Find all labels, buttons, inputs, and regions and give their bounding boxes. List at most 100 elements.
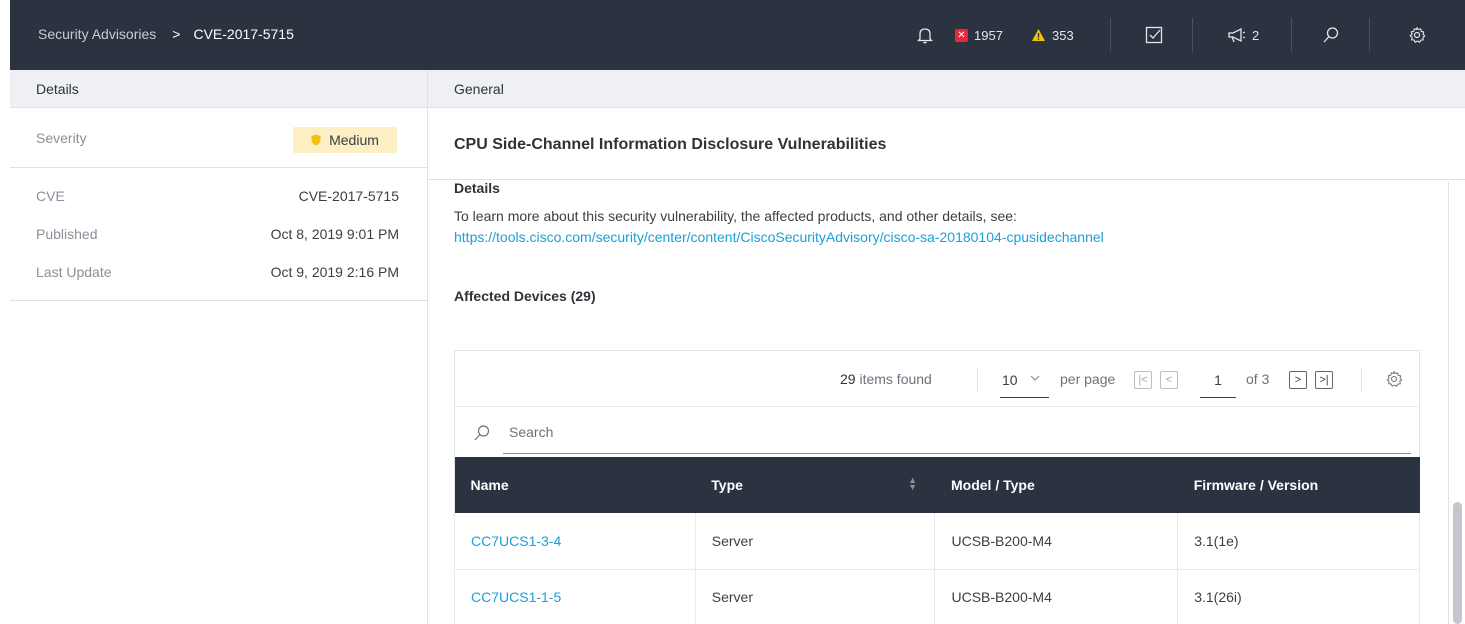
details-header: Details bbox=[10, 70, 427, 108]
divider bbox=[1110, 18, 1111, 52]
sort-icon: ▲ ▼ bbox=[908, 475, 917, 492]
device-link[interactable]: CC7UCS1-1-5 bbox=[471, 589, 561, 605]
column-header-firmware[interactable]: Firmware / Version bbox=[1177, 457, 1420, 513]
cell-firmware: 3.1(26i) bbox=[1177, 569, 1420, 624]
table-row: CC7UCS1-3-4 Server UCSB-B200-M4 3.1(1e) bbox=[454, 513, 1420, 570]
chevron-down-icon bbox=[1030, 371, 1040, 388]
items-found-text: items found bbox=[859, 371, 932, 387]
field-value: Oct 8, 2019 9:01 PM bbox=[270, 226, 399, 242]
settings-button[interactable] bbox=[1408, 24, 1426, 46]
bell-icon bbox=[917, 28, 933, 44]
scrollbar[interactable] bbox=[1448, 182, 1465, 624]
cell-name: CC7UCS1-3-4 bbox=[454, 513, 696, 570]
last-page-icon: >| bbox=[1319, 374, 1329, 386]
device-link[interactable]: CC7UCS1-3-4 bbox=[471, 533, 561, 549]
checklist-icon bbox=[1145, 26, 1163, 44]
cell-type: Server bbox=[695, 569, 936, 624]
search-input[interactable] bbox=[509, 421, 1389, 443]
severity-badge: Medium bbox=[293, 127, 397, 153]
announcements-button[interactable]: 2 bbox=[1227, 24, 1259, 46]
first-page-icon: |< bbox=[1138, 374, 1148, 386]
notifications-button[interactable] bbox=[917, 24, 933, 46]
items-found: 29 items found bbox=[840, 371, 932, 387]
prev-page-icon: < bbox=[1165, 374, 1173, 386]
field-value: Oct 9, 2019 2:16 PM bbox=[270, 264, 399, 280]
critical-count: 1957 bbox=[974, 27, 1003, 43]
last-page-button[interactable]: >| bbox=[1315, 371, 1333, 389]
warning-count: 353 bbox=[1052, 27, 1074, 43]
field-key: CVE bbox=[36, 188, 65, 204]
divider bbox=[977, 368, 978, 392]
severity-value: Medium bbox=[329, 132, 379, 148]
advisory-title: CPU Side-Channel Information Disclosure … bbox=[428, 108, 1465, 180]
shield-icon bbox=[311, 134, 321, 146]
window-edge bbox=[0, 0, 10, 70]
top-bar: Security Advisories > CVE-2017-5715 ✕ 19… bbox=[0, 0, 1465, 70]
page-count: of 3 bbox=[1246, 371, 1270, 387]
affected-devices-label: Affected Devices (29) bbox=[454, 288, 596, 304]
first-page-button[interactable]: |< bbox=[1134, 371, 1152, 389]
divider bbox=[1291, 18, 1292, 52]
warning-icon bbox=[1032, 29, 1045, 41]
critical-icon: ✕ bbox=[955, 28, 968, 42]
gear-icon bbox=[1409, 26, 1426, 43]
breadcrumb-separator: > bbox=[172, 26, 181, 42]
per-page-select[interactable]: 10 bbox=[1000, 368, 1049, 398]
table-toolbar: 29 items found 10 per page |< < 1 of 3 >… bbox=[455, 351, 1419, 407]
severity-label: Severity bbox=[36, 130, 87, 146]
column-header-model[interactable]: Model / Type bbox=[934, 457, 1178, 513]
general-header: General bbox=[428, 70, 1465, 108]
table-header-row: Name Type ▲ ▼ Model / Type Firmware / Ver… bbox=[454, 457, 1420, 513]
items-found-count: 29 bbox=[840, 371, 856, 387]
field-value: CVE-2017-5715 bbox=[298, 188, 399, 204]
divider bbox=[1361, 368, 1362, 392]
next-page-icon: > bbox=[1294, 374, 1302, 386]
search-icon bbox=[473, 424, 491, 445]
page-input[interactable]: 1 bbox=[1200, 368, 1236, 398]
cell-firmware: 3.1(1e) bbox=[1177, 513, 1420, 570]
critical-alerts[interactable]: ✕ 1957 bbox=[955, 24, 1003, 46]
cell-type: Server bbox=[695, 513, 936, 570]
search-icon bbox=[1323, 27, 1339, 43]
cell-name: CC7UCS1-1-5 bbox=[454, 569, 696, 624]
field-published: Published Oct 8, 2019 9:01 PM bbox=[10, 215, 427, 253]
megaphone-icon bbox=[1228, 27, 1246, 42]
per-page-value: 10 bbox=[1002, 372, 1018, 388]
breadcrumb-current: CVE-2017-5715 bbox=[193, 26, 294, 42]
announcements-count: 2 bbox=[1252, 27, 1260, 43]
cell-model: UCSB-B200-M4 bbox=[934, 513, 1179, 570]
field-cve: CVE CVE-2017-5715 bbox=[10, 177, 427, 215]
devices-table: Name Type ▲ ▼ Model / Type Firmware / Ver… bbox=[454, 457, 1420, 624]
details-section-label: Details bbox=[454, 180, 500, 196]
scrollbar-thumb[interactable] bbox=[1453, 502, 1462, 624]
field-last-update: Last Update Oct 9, 2019 2:16 PM bbox=[10, 253, 427, 291]
prev-page-button[interactable]: < bbox=[1160, 371, 1178, 389]
divider bbox=[1192, 18, 1193, 52]
column-header-name[interactable]: Name bbox=[454, 457, 696, 513]
tasks-button[interactable] bbox=[1145, 24, 1163, 46]
details-panel: Details Severity Medium CVE CVE-2017-571… bbox=[10, 70, 428, 624]
table-settings-button[interactable] bbox=[1385, 370, 1403, 391]
severity-row: Severity Medium bbox=[10, 108, 427, 168]
advisory-link[interactable]: https://tools.cisco.com/security/center/… bbox=[454, 229, 1444, 245]
details-description: To learn more about this security vulner… bbox=[454, 208, 1017, 224]
per-page-label: per page bbox=[1060, 371, 1116, 387]
warning-alerts[interactable]: 353 bbox=[1031, 24, 1074, 46]
column-header-type[interactable]: Type ▲ ▼ bbox=[695, 457, 935, 513]
cell-model: UCSB-B200-M4 bbox=[934, 569, 1179, 624]
advisory-fields: CVE CVE-2017-5715 Published Oct 8, 2019 … bbox=[10, 168, 427, 301]
field-key: Last Update bbox=[36, 264, 112, 280]
table-row: CC7UCS1-1-5 Server UCSB-B200-M4 3.1(26i) bbox=[454, 569, 1420, 624]
search-underline bbox=[503, 453, 1411, 454]
search-button[interactable] bbox=[1322, 24, 1340, 46]
breadcrumb-security-advisories[interactable]: Security Advisories bbox=[38, 26, 156, 42]
table-search bbox=[455, 407, 1419, 455]
next-page-button[interactable]: > bbox=[1289, 371, 1307, 389]
gear-icon bbox=[1386, 371, 1403, 387]
general-panel: General CPU Side-Channel Information Dis… bbox=[428, 70, 1465, 624]
advisory-content: Details To learn more about this securit… bbox=[454, 180, 1444, 304]
column-header-label: Type bbox=[711, 477, 743, 493]
affected-devices-table: 29 items found 10 per page |< < 1 of 3 >… bbox=[454, 350, 1420, 624]
breadcrumb: Security Advisories > CVE-2017-5715 bbox=[38, 26, 294, 42]
field-key: Published bbox=[36, 226, 98, 242]
